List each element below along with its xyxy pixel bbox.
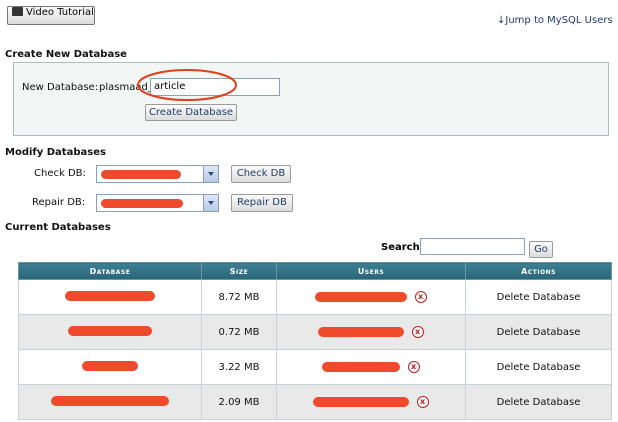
table-row: 8.72 MB x Delete Database [18,279,612,315]
check-db-button[interactable]: Check DB [231,165,291,183]
users-cell: x [276,279,466,315]
create-database-button[interactable]: Create Database [145,104,237,121]
table-row: 0.72 MB x Delete Database [18,314,612,350]
repair-db-select[interactable] [96,194,219,212]
header-database: Database [18,262,202,280]
database-name-cell [18,314,202,350]
x-circle-icon[interactable]: x [411,326,424,338]
chevron-down-icon [203,195,218,211]
delete-database-link[interactable]: Delete Database [465,384,612,420]
create-section-title: Create New Database [5,49,127,60]
table-row: 3.22 MB x Delete Database [18,349,612,385]
header-size: Size [201,262,277,280]
repair-db-redaction [101,199,183,208]
header-users: Users [276,262,466,280]
users-cell: x [276,314,466,350]
user-name-redaction [322,362,401,372]
user-name-redaction [318,327,405,337]
user-name-redaction [313,397,410,407]
modify-section-title: Modify Databases [5,147,106,158]
camera-icon [12,7,23,16]
users-cell: x [276,349,466,385]
delete-database-link[interactable]: Delete Database [465,279,612,315]
repair-db-button[interactable]: Repair DB [231,194,293,212]
check-db-label: Check DB: [34,168,86,179]
new-database-label: New Database: [22,82,99,93]
database-name-redaction [65,290,155,301]
x-circle-icon[interactable]: x [414,291,427,303]
search-label: Search [381,242,420,253]
search-input[interactable] [420,238,525,255]
annotation-circle [137,69,237,101]
chevron-down-icon [203,166,218,182]
jump-link-label: Jump to MySQL Users [505,15,613,26]
create-database-panel [13,62,609,136]
repair-db-label: Repair DB: [32,197,86,208]
database-name-redaction [82,360,138,371]
database-name-redaction [51,395,169,406]
database-name-redaction [68,325,152,336]
table-header-row: Database Size Users Actions [18,262,612,280]
database-name-cell [18,279,202,315]
delete-database-link[interactable]: Delete Database [465,314,612,350]
size-cell: 0.72 MB [201,314,277,350]
database-name-cell [18,349,202,385]
check-db-redaction [101,170,181,179]
user-name-redaction [315,292,408,302]
databases-table: Database Size Users Actions 8.72 MB x De… [18,262,612,420]
x-circle-icon[interactable]: x [416,396,429,408]
video-tutorial-label: Video Tutorial [26,7,94,18]
current-section-title: Current Databases [5,222,111,233]
size-cell: 3.22 MB [201,349,277,385]
size-cell: 8.72 MB [201,279,277,315]
delete-database-link[interactable]: Delete Database [465,349,612,385]
x-circle-icon[interactable]: x [407,361,420,373]
video-tutorial-button[interactable]: Video Tutorial [7,6,95,25]
users-cell: x [276,384,466,420]
database-name-cell [18,384,202,420]
table-row: 2.09 MB x Delete Database [18,384,612,420]
jump-to-mysql-users-link[interactable]: ↓Jump to MySQL Users [497,15,613,26]
size-cell: 2.09 MB [201,384,277,420]
check-db-select[interactable] [96,165,219,183]
go-button[interactable]: Go [529,241,553,258]
header-actions: Actions [465,262,612,280]
